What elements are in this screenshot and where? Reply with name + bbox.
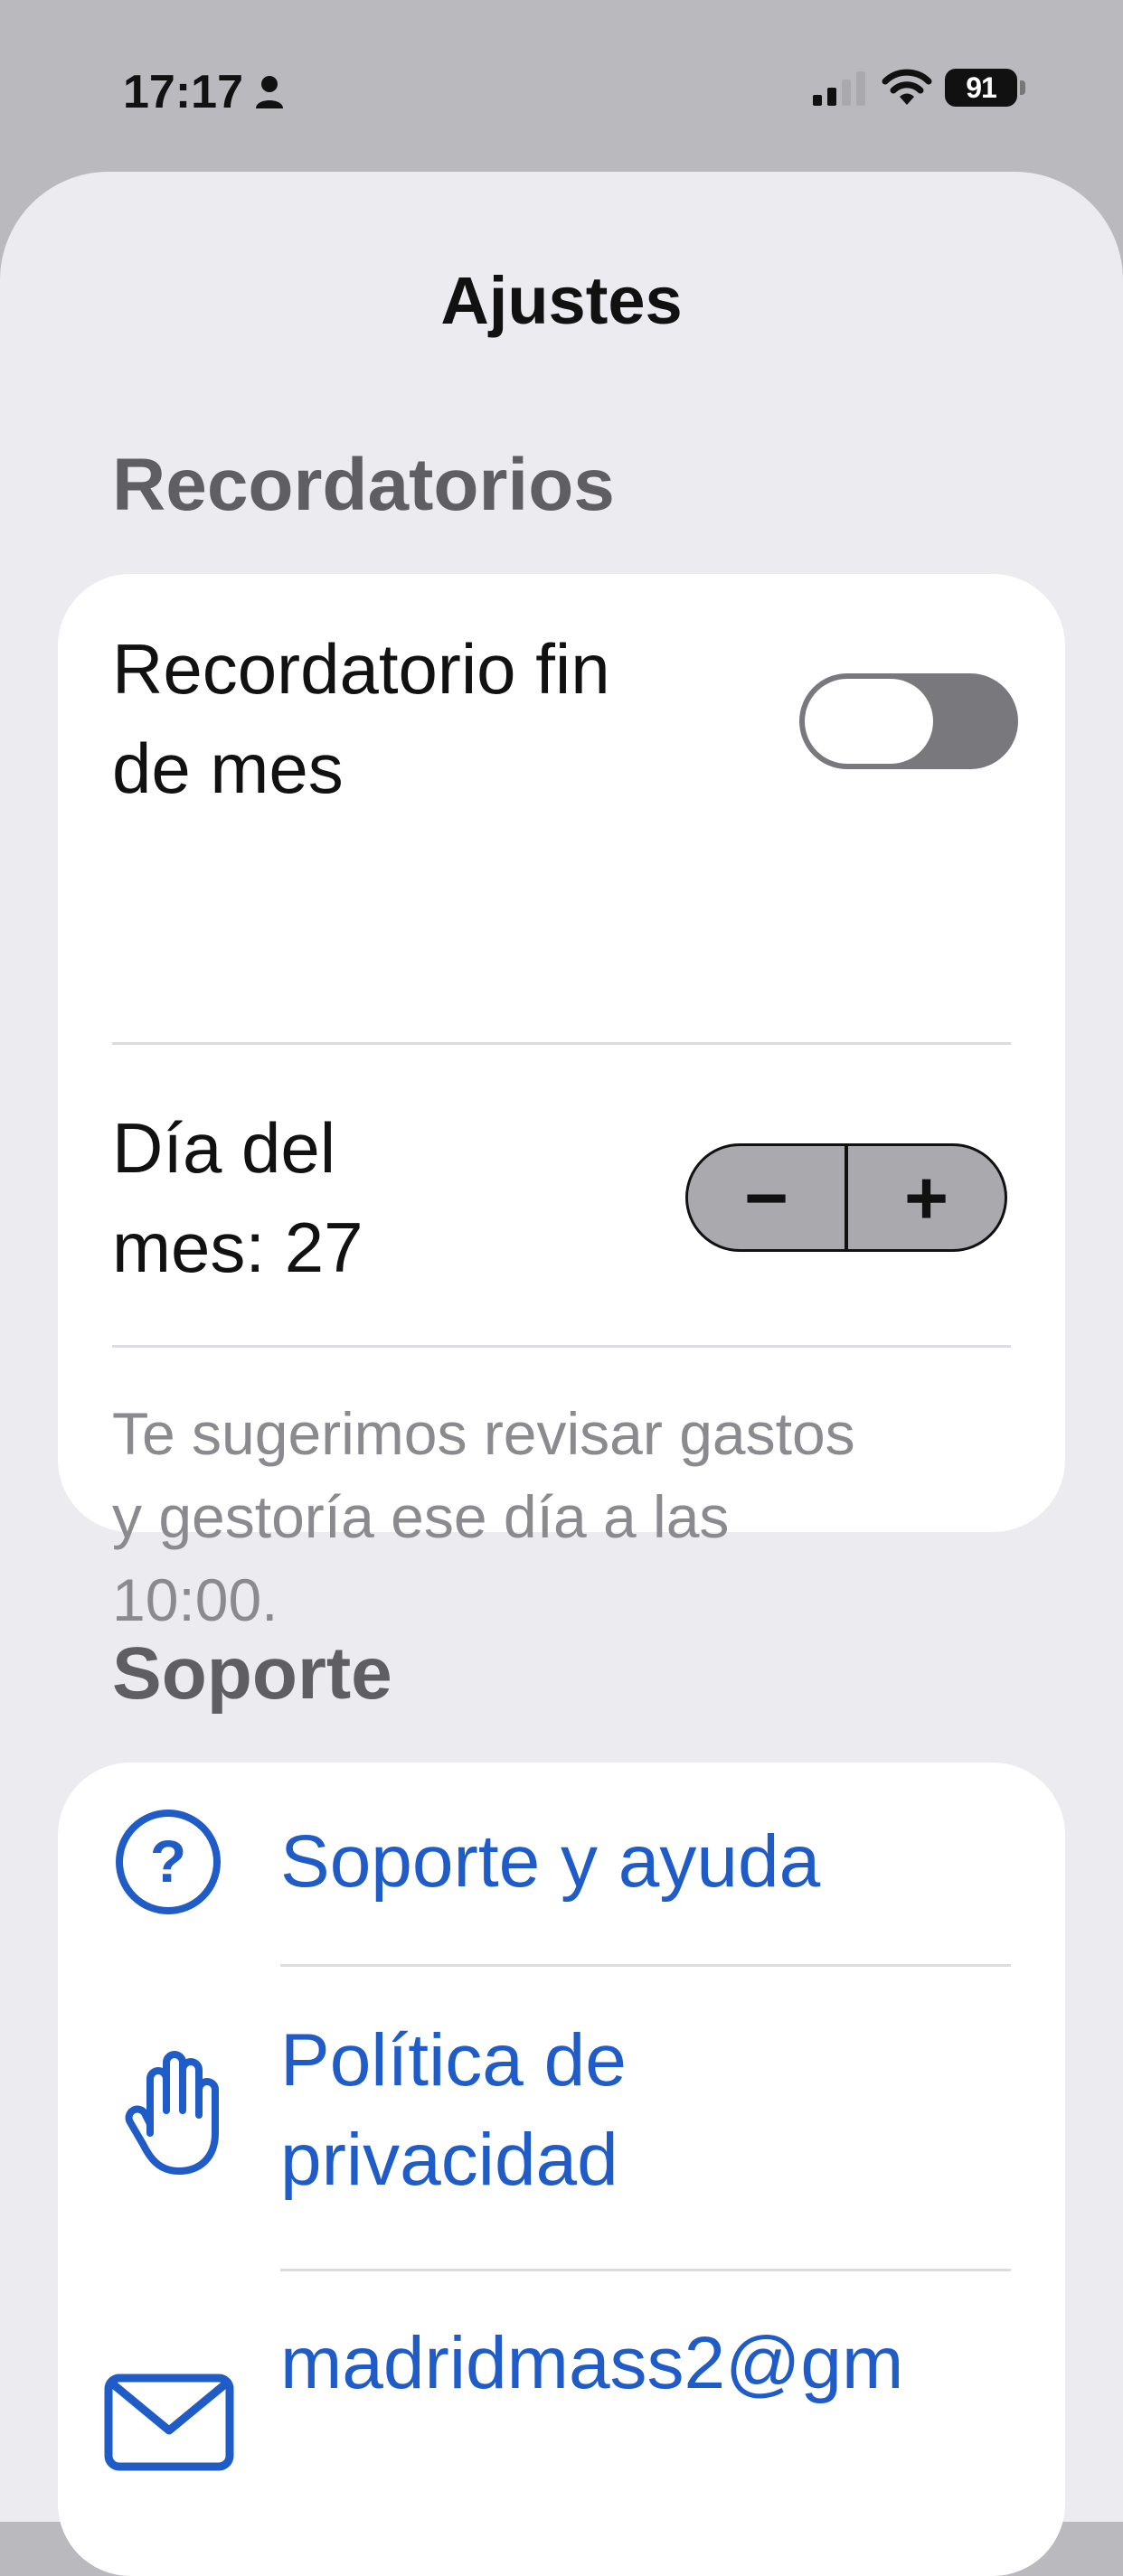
- reminders-card: Recordatorio fin de mes Día del mes: 27 …: [58, 574, 1065, 1633]
- divider: [280, 2269, 1011, 2271]
- battery-cap: [1020, 80, 1025, 95]
- privacy-policy-label[interactable]: Política de privacidad: [280, 2011, 627, 2210]
- page-title: Ajustes: [440, 263, 683, 338]
- privacy-label-line1: Política de: [280, 2019, 627, 2101]
- support-help-label[interactable]: Soporte y ayuda: [280, 1812, 820, 1912]
- section-header-support: Soporte: [112, 1632, 392, 1715]
- divider: [112, 1345, 1011, 1348]
- battery-level: 91: [945, 69, 1017, 107]
- status-indicators: 91: [811, 69, 1025, 107]
- section-header-reminders: Recordatorios: [112, 444, 615, 526]
- day-label-line2: mes: 27: [112, 1208, 363, 1287]
- divider: [280, 1964, 1011, 1967]
- increment-button[interactable]: +: [848, 1146, 1005, 1249]
- svg-text:?: ?: [150, 1828, 186, 1894]
- status-time: 17:17: [123, 66, 243, 118]
- settings-sheet: Ajustes Recordatorios Recordatorio fin d…: [0, 172, 1123, 2576]
- question-circle-icon: ?: [116, 1810, 221, 1914]
- envelope-icon: [104, 2374, 234, 2471]
- divider: [112, 1042, 1011, 1045]
- decrement-button[interactable]: −: [688, 1146, 845, 1249]
- person-icon: [256, 76, 283, 108]
- status-bar: 17:17 91: [0, 0, 1123, 172]
- time-group: 17:17: [123, 65, 285, 119]
- hint-line2: y gestoría ese día a las: [112, 1483, 730, 1550]
- end-of-month-reminder-label: Recordatorio fin de mes: [112, 619, 610, 818]
- end-of-month-reminder-toggle[interactable]: [799, 673, 1018, 769]
- toggle-knob: [805, 679, 933, 764]
- hint-line3: 10:00.: [112, 1566, 278, 1633]
- day-of-month-label: Día del mes: 27: [112, 1098, 363, 1297]
- hint-line1: Te sugerimos revisar gastos: [112, 1400, 855, 1467]
- support-card: ? Soporte y ayuda Política de privacidad…: [58, 1763, 1065, 2576]
- battery-indicator: 91: [945, 69, 1025, 107]
- hand-raised-icon: [125, 2051, 219, 2175]
- wifi-icon: [882, 69, 932, 105]
- day-stepper[interactable]: − +: [685, 1143, 1007, 1252]
- end-of-month-label-line1: Recordatorio fin: [112, 629, 610, 709]
- privacy-label-line2: privacidad: [280, 2119, 618, 2201]
- reminder-hint-text: Te sugerimos revisar gastos y gestoría e…: [112, 1392, 1016, 1641]
- day-label-line1: Día del: [112, 1108, 336, 1188]
- end-of-month-label-line2: de mes: [112, 729, 344, 808]
- email-label[interactable]: madridmass2@gm: [280, 2314, 903, 2413]
- cellular-signal-icon: [813, 71, 865, 106]
